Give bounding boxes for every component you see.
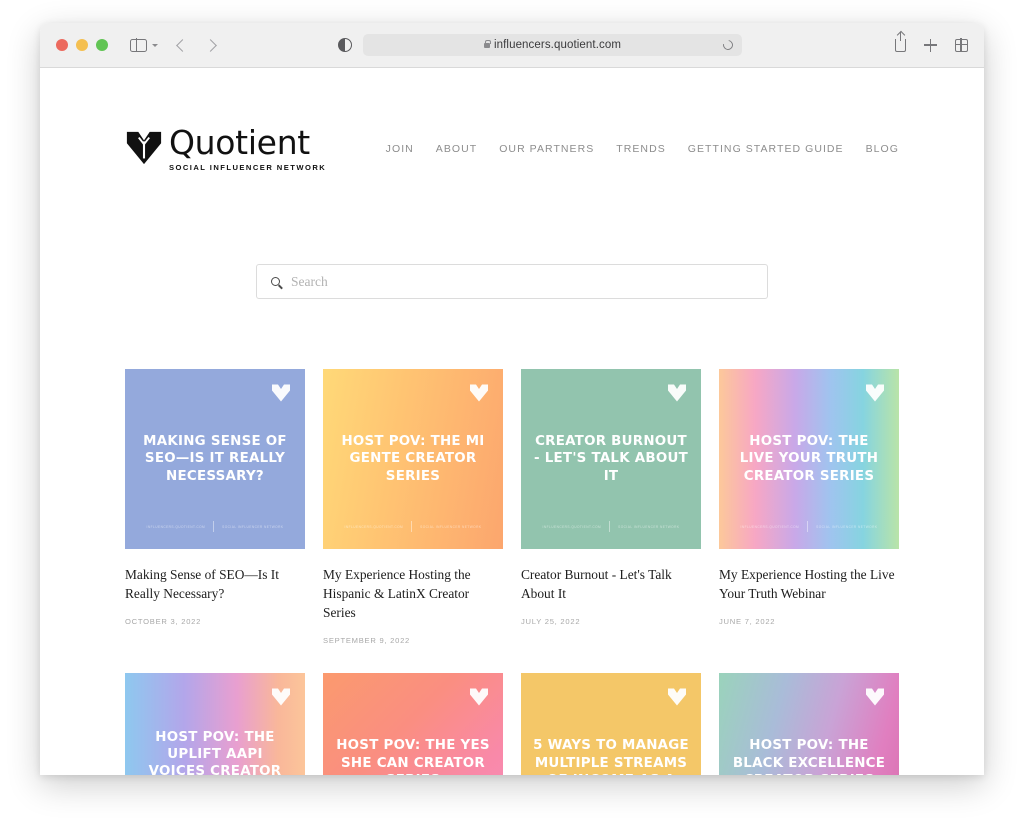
nav-link-trends[interactable]: TRENDS xyxy=(616,143,665,155)
thumbnail-footer-divider xyxy=(807,521,809,532)
post-title[interactable]: My Experience Hosting the Live Your Trut… xyxy=(719,565,899,603)
window-controls xyxy=(56,39,108,51)
page-content: Quotient SOCIAL INFLUENCER NETWORK JOIN … xyxy=(40,68,984,775)
thumbnail-footer-right: SOCIAL INFLUENCER NETWORK xyxy=(816,524,878,529)
blog-post-card[interactable]: Host POV: The Uplift AAPI Voices Creator… xyxy=(125,673,305,775)
close-window-button[interactable] xyxy=(56,39,68,51)
nav-link-getting-started-guide[interactable]: GETTING STARTED GUIDE xyxy=(688,143,844,155)
quotient-shield-icon xyxy=(866,384,884,402)
blog-post-card[interactable]: 5 Ways to Manage Multiple Streams of Inc… xyxy=(521,673,701,775)
blog-post-card[interactable]: Host POV: The Live Your Truth Creator Se… xyxy=(719,369,899,645)
nav-link-about[interactable]: ABOUT xyxy=(436,143,477,155)
post-thumbnail-title: 5 Ways to Manage Multiple Streams of Inc… xyxy=(533,738,689,775)
site-header: Quotient SOCIAL INFLUENCER NETWORK JOIN … xyxy=(40,68,984,172)
reader-mode-icon[interactable] xyxy=(338,38,352,52)
post-thumbnail-title: Creator Burnout - Let's Talk About It xyxy=(534,434,688,484)
sidebar-toggle-button[interactable] xyxy=(130,38,158,52)
logo-tagline: SOCIAL INFLUENCER NETWORK xyxy=(169,163,327,172)
chevron-down-icon xyxy=(152,43,158,47)
quotient-shield-icon xyxy=(272,384,290,402)
post-thumbnail[interactable]: Host POV: The Mi Gente Creator Series IN… xyxy=(323,369,503,549)
thumbnail-footer-left: INFLUENCERS.QUOTIENT.COM xyxy=(146,524,206,529)
thumbnail-footer-divider xyxy=(609,521,611,532)
post-thumbnail-title: Host POV: The Live Your Truth Creator Se… xyxy=(739,434,879,484)
search-input[interactable] xyxy=(291,273,753,290)
reload-icon[interactable] xyxy=(721,38,735,52)
quotient-shield-icon xyxy=(668,384,686,402)
thumbnail-footer-right: SOCIAL INFLUENCER NETWORK xyxy=(222,524,284,529)
blog-post-card[interactable]: Host POV: The Yes She Can Creator Series… xyxy=(323,673,503,775)
post-thumbnail-footer: INFLUENCERS.QUOTIENT.COM SOCIAL INFLUENC… xyxy=(719,521,899,532)
quotient-shield-icon xyxy=(866,688,884,706)
nav-link-our-partners[interactable]: OUR PARTNERS xyxy=(499,143,594,155)
address-bar[interactable]: influencers.quotient.com xyxy=(363,34,742,56)
thumbnail-footer-right: SOCIAL INFLUENCER NETWORK xyxy=(618,524,680,529)
quotient-shield-icon xyxy=(470,384,488,402)
post-title[interactable]: Making Sense of SEO—Is It Really Necessa… xyxy=(125,565,305,603)
post-title[interactable]: My Experience Hosting the Hispanic & Lat… xyxy=(323,565,503,622)
thumbnail-footer-divider xyxy=(411,521,413,532)
search-section xyxy=(40,264,984,299)
main-navigation: JOIN ABOUT OUR PARTNERS TRENDS GETTING S… xyxy=(386,143,899,155)
quotient-shield-icon xyxy=(126,131,162,165)
blog-post-card[interactable]: Creator Burnout - Let's Talk About It IN… xyxy=(521,369,701,645)
browser-toolbar: influencers.quotient.com xyxy=(40,23,984,68)
post-thumbnail[interactable]: Creator Burnout - Let's Talk About It IN… xyxy=(521,369,701,549)
plus-icon[interactable] xyxy=(924,38,937,52)
quotient-shield-icon xyxy=(272,688,290,706)
post-thumbnail-title: Host POV: The Uplift AAPI Voices Creator… xyxy=(148,729,282,775)
lock-icon xyxy=(483,39,491,48)
blog-post-card[interactable]: Making Sense of SEO—Is It Really Necessa… xyxy=(125,369,305,645)
post-thumbnail-title: Host POV: The Black Excellence Creator S… xyxy=(732,738,886,775)
post-thumbnail-title: Making Sense of SEO—Is It Really Necessa… xyxy=(143,434,287,484)
search-box[interactable] xyxy=(256,264,768,299)
nav-link-blog[interactable]: BLOG xyxy=(866,143,899,155)
tab-overview-icon[interactable] xyxy=(954,38,969,52)
maximize-window-button[interactable] xyxy=(96,39,108,51)
thumbnail-footer-left: INFLUENCERS.QUOTIENT.COM xyxy=(542,524,602,529)
post-date: JULY 25, 2022 xyxy=(521,617,581,627)
nav-link-join[interactable]: JOIN xyxy=(386,143,414,155)
share-icon[interactable] xyxy=(895,31,906,52)
search-icon xyxy=(271,277,280,286)
quotient-shield-icon xyxy=(668,688,686,706)
post-thumbnail[interactable]: 5 Ways to Manage Multiple Streams of Inc… xyxy=(521,673,701,775)
post-date: JUNE 7, 2022 xyxy=(719,617,776,627)
url-text: influencers.quotient.com xyxy=(493,39,622,51)
post-date: SEPTEMBER 9, 2022 xyxy=(323,636,411,646)
post-thumbnail[interactable]: Making Sense of SEO—Is It Really Necessa… xyxy=(125,369,305,549)
quotient-shield-icon xyxy=(470,688,488,706)
minimize-window-button[interactable] xyxy=(76,39,88,51)
post-title[interactable]: Creator Burnout - Let's Talk About It xyxy=(521,565,701,603)
blog-post-card[interactable]: Host POV: The Mi Gente Creator Series IN… xyxy=(323,369,503,645)
thumbnail-footer-divider xyxy=(213,521,215,532)
browser-window: influencers.quotient.com Quotient SOCIAL… xyxy=(40,23,984,775)
logo-wordmark: Quotient xyxy=(169,123,310,162)
blog-post-grid: Making Sense of SEO—Is It Really Necessa… xyxy=(40,369,984,775)
post-thumbnail-footer: INFLUENCERS.QUOTIENT.COM SOCIAL INFLUENC… xyxy=(323,521,503,532)
navigation-arrows xyxy=(176,38,217,52)
post-thumbnail[interactable]: Host POV: The Uplift AAPI Voices Creator… xyxy=(125,673,305,775)
sidebar-icon xyxy=(130,38,147,52)
thumbnail-footer-right: SOCIAL INFLUENCER NETWORK xyxy=(420,524,482,529)
blog-post-card[interactable]: Host POV: The Black Excellence Creator S… xyxy=(719,673,899,775)
post-thumbnail-title: Host POV: The Yes She Can Creator Series xyxy=(336,738,490,775)
post-thumbnail[interactable]: Host POV: The Live Your Truth Creator Se… xyxy=(719,369,899,549)
post-thumbnail-title: Host POV: The Mi Gente Creator Series xyxy=(341,434,485,484)
post-thumbnail-footer: INFLUENCERS.QUOTIENT.COM SOCIAL INFLUENC… xyxy=(521,521,701,532)
thumbnail-footer-left: INFLUENCERS.QUOTIENT.COM xyxy=(344,524,404,529)
toolbar-right-group xyxy=(895,31,969,52)
post-thumbnail[interactable]: Host POV: The Yes She Can Creator Series… xyxy=(323,673,503,775)
thumbnail-footer-left: INFLUENCERS.QUOTIENT.COM xyxy=(740,524,800,529)
post-date: OCTOBER 3, 2022 xyxy=(125,617,202,627)
back-arrow-icon[interactable] xyxy=(176,38,189,52)
post-thumbnail[interactable]: Host POV: The Black Excellence Creator S… xyxy=(719,673,899,775)
post-thumbnail-footer: INFLUENCERS.QUOTIENT.COM SOCIAL INFLUENC… xyxy=(125,521,305,532)
forward-arrow-icon[interactable] xyxy=(204,38,217,52)
site-logo[interactable]: Quotient SOCIAL INFLUENCER NETWORK xyxy=(125,126,326,172)
